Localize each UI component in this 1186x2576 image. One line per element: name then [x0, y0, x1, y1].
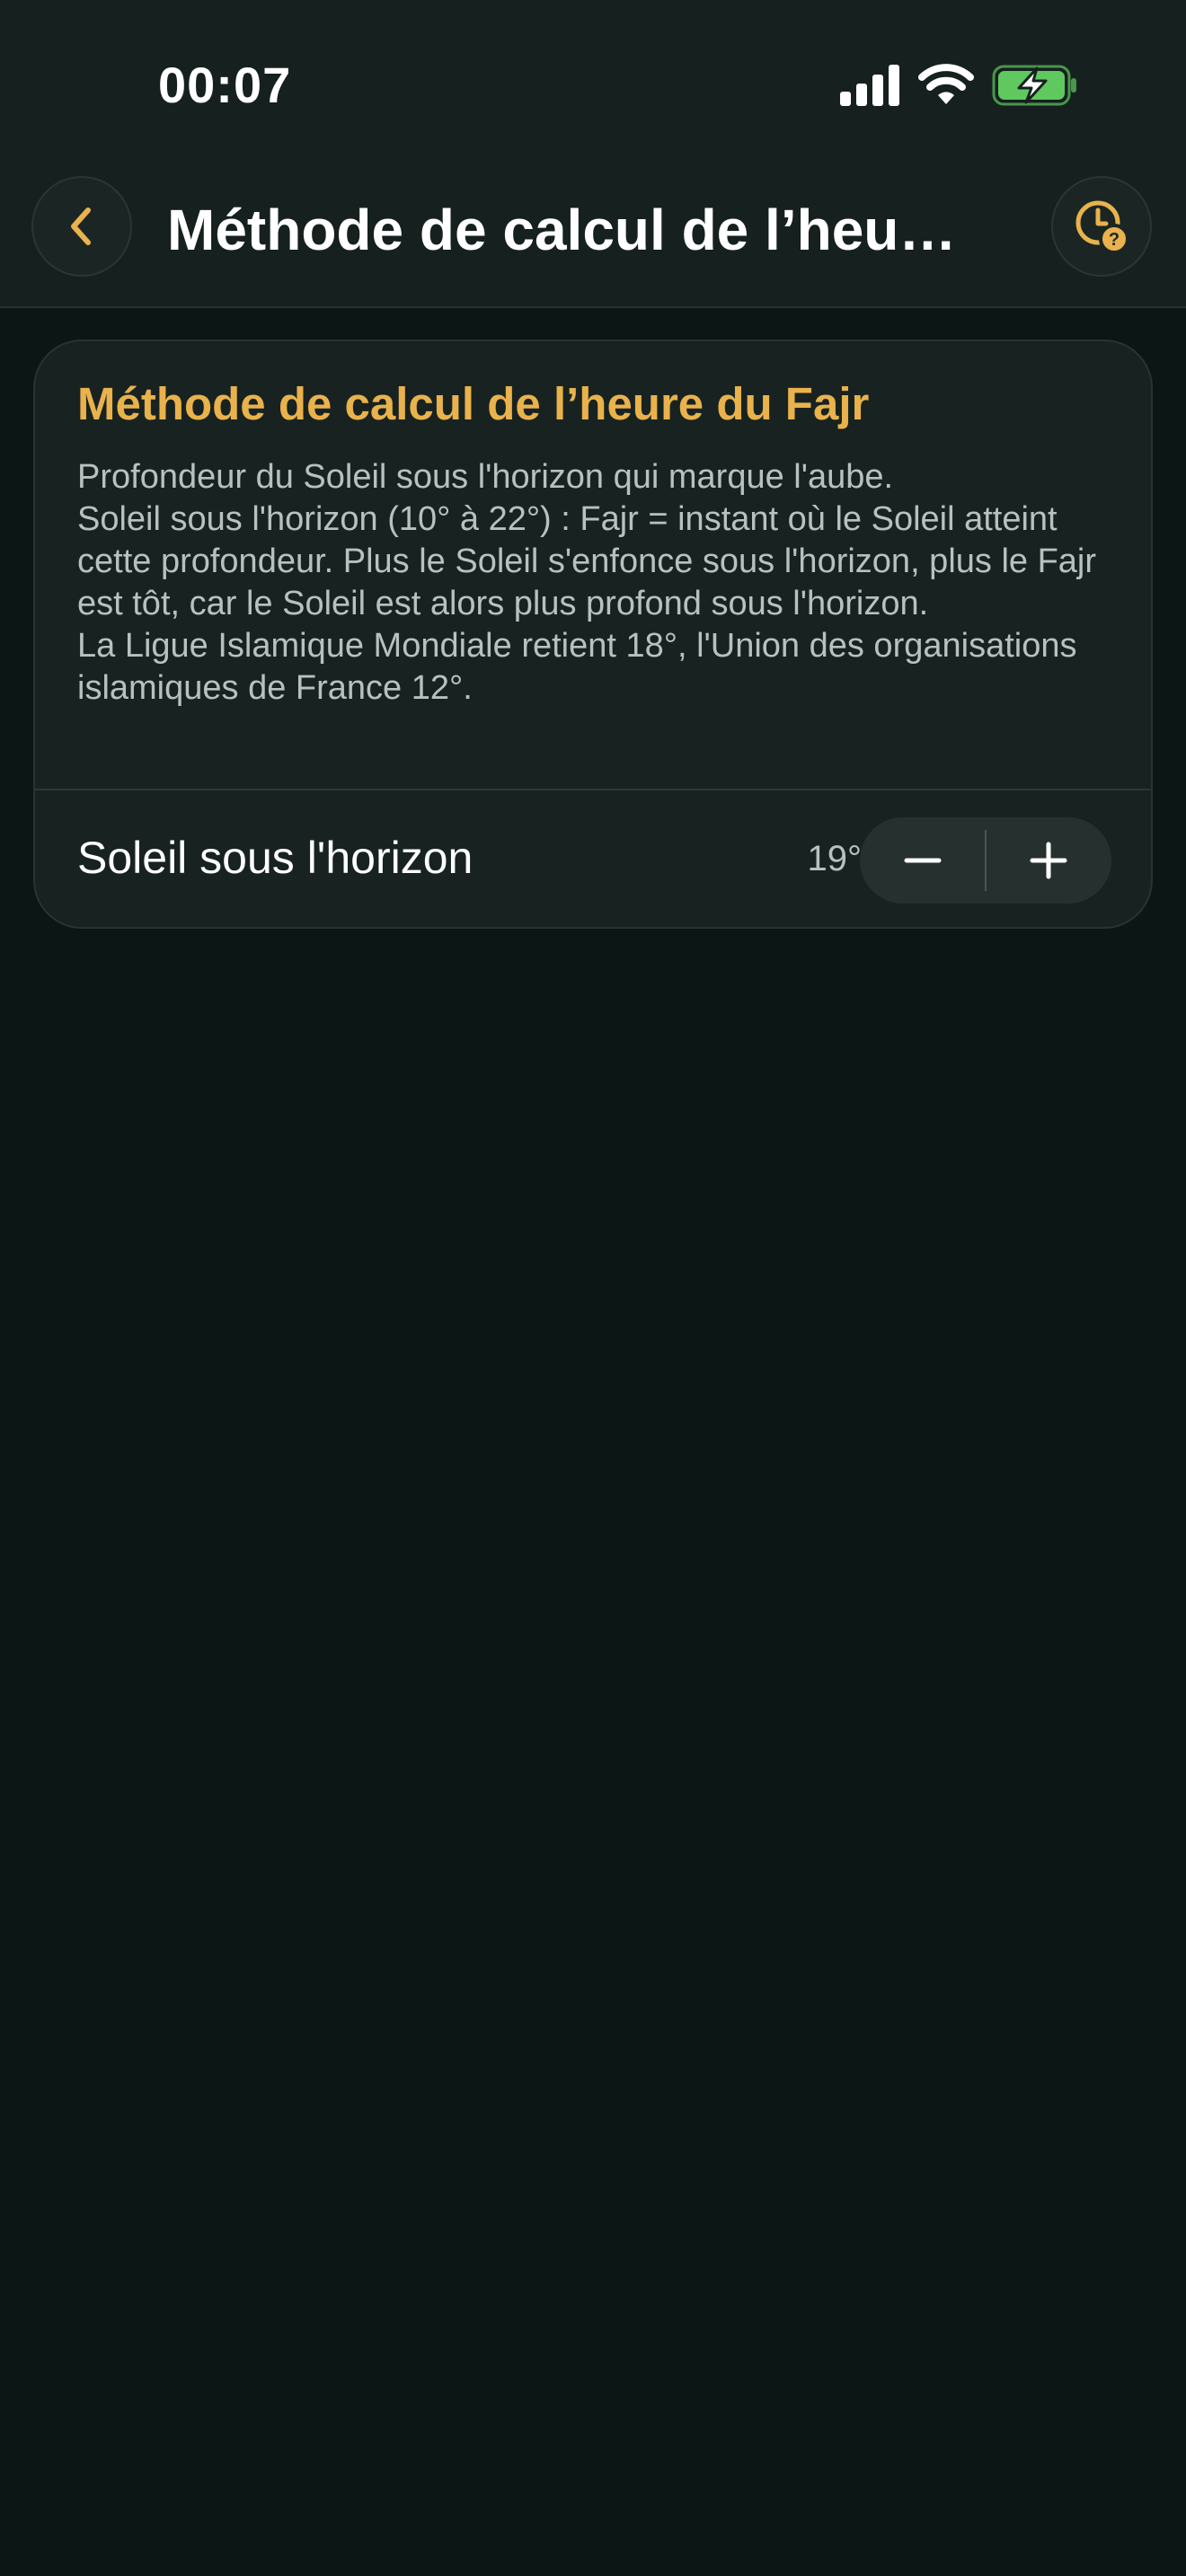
sun-depth-setting-row: Soleil sous l'horizon 19° [35, 790, 1151, 927]
card-description: Profondeur du Soleil sous l'horizon qui … [77, 458, 1097, 707]
battery-charging-icon [992, 65, 1076, 106]
status-time: 00:07 [158, 57, 292, 113]
status-bar: 00:07 [0, 0, 1186, 171]
sun-depth-label: Soleil sous l'horizon [77, 833, 474, 883]
navigation-bar: Méthode de calcul de l’heure du Fajr ? [0, 171, 1186, 306]
calculation-help-button[interactable]: ? [1051, 176, 1152, 277]
increment-button[interactable] [986, 817, 1111, 904]
plus-icon [1030, 842, 1067, 879]
minus-icon [904, 858, 942, 863]
cellular-signal-icon [840, 65, 899, 106]
sun-depth-stepper [860, 817, 1111, 904]
sun-depth-value: 19° [807, 839, 863, 878]
clock-question-icon: ? [1075, 200, 1129, 254]
fajr-method-card: Méthode de calcul de l’heure du Fajr Pro… [33, 340, 1153, 929]
chevron-left-icon [71, 207, 91, 245]
back-button[interactable] [31, 176, 132, 277]
page-title: Méthode de calcul de l’heure du Fajr [167, 198, 958, 262]
wifi-icon [918, 64, 974, 104]
svg-text:?: ? [1109, 230, 1120, 250]
top-area: 00:07 Méthode de calcul de l’heure du Fa… [0, 0, 1186, 308]
card-title: Méthode de calcul de l’heure du Fajr [77, 378, 870, 429]
decrement-button[interactable] [860, 817, 986, 904]
